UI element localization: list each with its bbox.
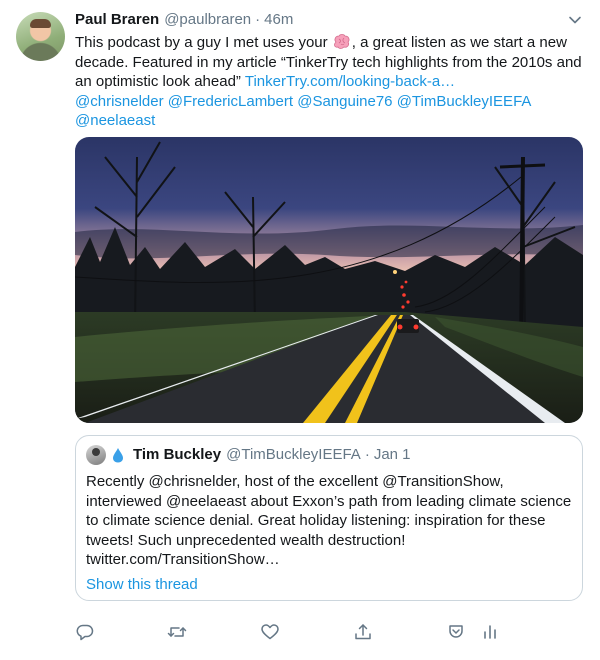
tweet-header: Paul Braren @paulbraren · 46m	[75, 10, 585, 30]
water-drop-icon	[113, 448, 123, 463]
separator-dot: ·	[364, 446, 370, 463]
quoted-tweet-date: Jan 1	[373, 446, 411, 463]
tweet-text: This podcast by a guy I met uses your , …	[75, 33, 585, 131]
quoted-tweet-header: Tim Buckley @TimBuckleyIEEFA · Jan 1	[86, 445, 572, 465]
separator-dot: ·	[255, 11, 261, 28]
author-avatar[interactable]	[16, 12, 65, 61]
reply-icon[interactable]	[75, 622, 95, 642]
quoted-author-name: Tim Buckley	[133, 446, 222, 463]
share-icon[interactable]	[353, 622, 373, 642]
mention-link[interactable]: @Sanguine76	[297, 93, 392, 110]
tweet-timestamp[interactable]: 46m	[264, 10, 293, 30]
quoted-tweet[interactable]: Tim Buckley @TimBuckleyIEEFA · Jan 1 Rec…	[75, 435, 583, 601]
bookmark-icon[interactable]	[446, 622, 466, 642]
sunset-road-image	[75, 137, 583, 423]
author-handle[interactable]: @paulbraren	[164, 10, 251, 30]
mention-link[interactable]: @TimBuckleyIEEFA	[397, 93, 532, 110]
article-link[interactable]: TinkerTry.com/looking-back-a…	[245, 73, 455, 90]
chevron-down-icon[interactable]	[567, 12, 583, 28]
author-name[interactable]: Paul Braren	[75, 10, 159, 30]
mention-link[interactable]: @chrisnelder	[75, 93, 164, 110]
quoted-tweet-body: Recently @chrisnelder, host of the excel…	[86, 473, 572, 549]
like-icon[interactable]	[260, 622, 280, 642]
quoted-tweet-text: Recently @chrisnelder, host of the excel…	[86, 472, 572, 570]
brain-emoji-icon	[333, 34, 350, 49]
show-thread-link[interactable]: Show this thread	[86, 575, 572, 595]
quoted-author-handle: @TimBuckleyIEEFA	[226, 446, 361, 463]
tweet-text-part1: This podcast by a guy I met uses your	[75, 34, 328, 51]
tweet-actions	[75, 622, 505, 646]
retweet-icon[interactable]	[167, 622, 187, 642]
mention-link[interactable]: @FredericLambert	[168, 93, 293, 110]
tweet: Paul Braren @paulbraren · 46m This podca…	[75, 10, 585, 131]
mention-link[interactable]: @neelaeast	[75, 112, 155, 129]
quoted-author-avatar	[86, 445, 106, 465]
analytics-icon[interactable]	[480, 622, 500, 642]
tweet-photo[interactable]	[75, 137, 583, 423]
quoted-tweet-url: twitter.com/TransitionShow…	[86, 551, 280, 569]
